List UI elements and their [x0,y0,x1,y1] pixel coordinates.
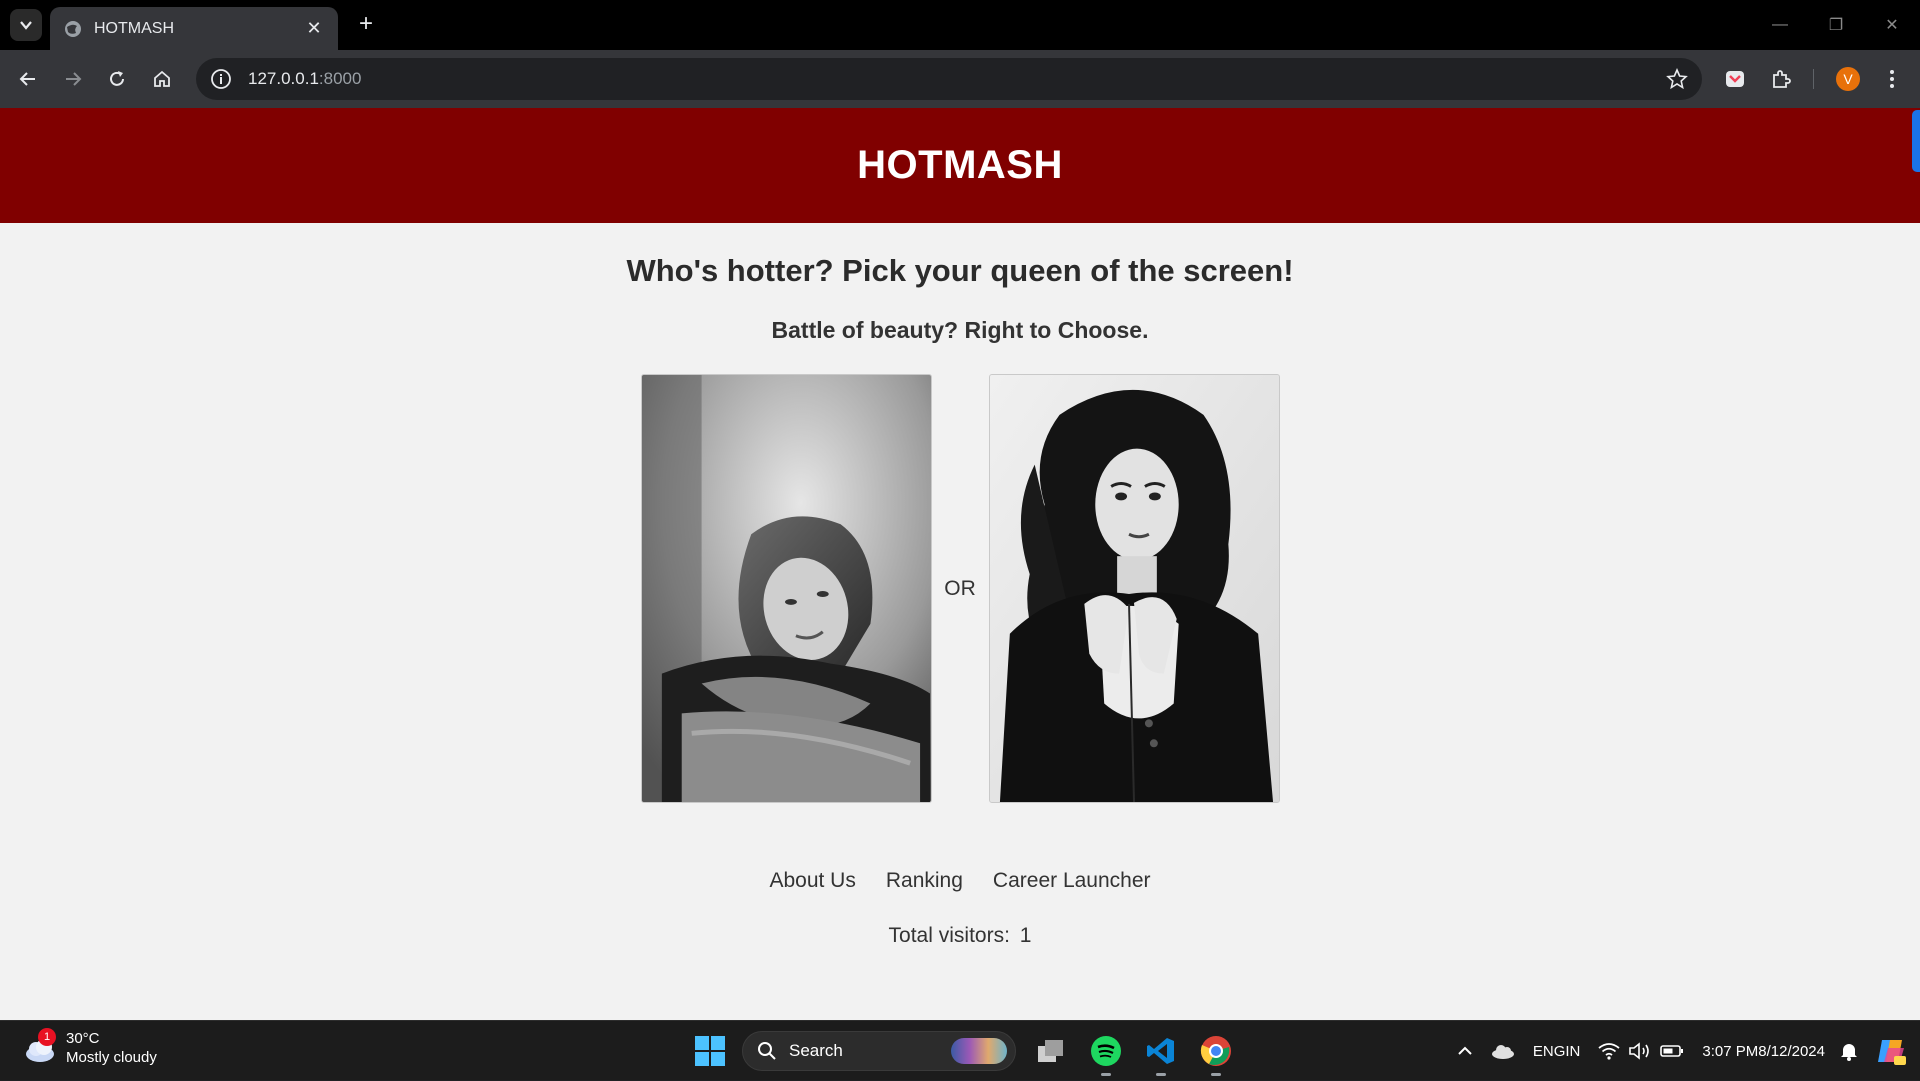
arrow-right-icon [66,72,82,86]
running-indicator [1211,1073,1221,1076]
url-host: 127.0.0.1 [248,69,319,88]
notifications-button[interactable] [1840,1041,1858,1061]
tab-title: HOTMASH [94,19,174,37]
vscode-icon [1147,1038,1174,1064]
clock[interactable]: 3:07 PM 8/12/2024 [1702,1042,1825,1061]
pocket-extension-button[interactable] [1719,63,1751,95]
footer-link-about-us[interactable]: About Us [769,869,855,893]
running-indicator [1101,1073,1111,1076]
chevron-up-icon [1458,1046,1472,1055]
search-icon [758,1042,776,1060]
url-port: :8000 [318,69,362,88]
cloud-icon: 1 [22,1028,58,1066]
weather-desc: Mostly cloudy [66,1049,157,1066]
footer-link-ranking[interactable]: Ranking [886,869,963,893]
wifi-icon [1598,1043,1620,1060]
contestant-photo-right[interactable] [988,374,1280,803]
visitor-counter: Total visitors: 1 [0,924,1920,948]
site-title: HOTMASH [857,143,1063,187]
volume-icon [1629,1042,1650,1060]
bookmark-star-icon[interactable] [1666,68,1688,90]
more-vertical-icon [1890,70,1894,88]
chrome-app[interactable] [1196,1031,1236,1076]
page-viewport: HOTMASH Who's hotter? Pick your queen of… [0,108,1920,1020]
tab-hotmash[interactable]: HOTMASH ✕ [50,7,338,50]
side-panel-tab[interactable] [1912,110,1920,172]
footer-link-career-launcher[interactable]: Career Launcher [993,869,1151,893]
copilot-button[interactable] [1876,1036,1906,1066]
region-code: IN [1565,1042,1581,1060]
page-subheadline: Battle of beauty? Right to Choose. [771,317,1149,343]
bell-icon [1841,1044,1857,1061]
home-icon [154,70,170,87]
back-button[interactable] [12,63,44,95]
onedrive-cloud-icon [1491,1045,1514,1059]
show-hidden-icons-button[interactable] [1457,1046,1473,1056]
chrome-icon [1200,1036,1231,1066]
visitors-count: 1 [1019,924,1032,947]
pocket-icon [1726,71,1744,87]
puzzle-icon [1773,70,1791,88]
language-indicator[interactable]: ENG IN [1533,1042,1581,1061]
start-button[interactable] [690,1031,730,1071]
toolbar-divider [1813,69,1814,89]
taskbar-apps: Search [690,1029,1236,1076]
system-tray: ENG IN 3:07 PM 8/12/2024 [1448,1021,1920,1081]
weather-widget[interactable]: 1 30°C Mostly cloudy [22,1028,157,1067]
clock-time: 3:07 PM [1702,1042,1759,1060]
portrait-image-left [641,375,931,802]
onedrive-button[interactable] [1491,1043,1515,1059]
window-controls: — ❐ ✕ [1752,0,1920,50]
arrow-left-icon [19,72,35,86]
forward-button[interactable] [57,63,89,95]
page-headline: Who's hotter? Pick your queen of the scr… [626,253,1294,288]
task-view-icon [1038,1040,1063,1062]
or-label: OR [944,576,976,600]
globe-icon [65,20,81,37]
language-code: ENG [1532,1042,1566,1060]
spotify-icon [1091,1036,1121,1066]
contestant-photo-left[interactable] [640,374,932,803]
new-tab-button[interactable]: + [352,10,380,38]
weather-text: 30°C Mostly cloudy [66,1029,157,1067]
chevron-down-icon [20,21,32,30]
vscode-app[interactable] [1141,1031,1181,1076]
tab-close-icon[interactable]: ✕ [304,18,324,39]
taskbar-search[interactable]: Search [742,1031,1016,1071]
tab-search-button[interactable] [10,9,42,41]
profile-avatar[interactable]: V [1836,67,1860,91]
restore-button[interactable]: ❐ [1808,0,1864,50]
network-volume-battery[interactable] [1598,1042,1684,1060]
battery-icon [1660,1045,1684,1057]
weather-temp: 30°C [66,1030,100,1047]
windows-logo-icon [695,1036,725,1066]
search-placeholder: Search [789,1041,843,1060]
site-info-icon[interactable] [210,68,232,90]
address-bar[interactable]: 127.0.0.1:8000 [196,58,1702,100]
portrait-image-right [989,375,1279,802]
search-highlight-image [951,1038,1007,1064]
visitors-label: Total visitors: [888,924,1016,947]
close-window-button[interactable]: ✕ [1864,0,1920,50]
task-view-button[interactable] [1031,1031,1071,1071]
browser-tab-strip: HOTMASH ✕ + — ❐ ✕ [0,0,1920,50]
minimize-button[interactable]: — [1752,0,1808,50]
reload-button[interactable] [101,63,133,95]
matchup-area: OR [0,374,1920,803]
footer-nav: About Us Ranking Career Launcher [0,869,1920,893]
spotify-app[interactable] [1086,1031,1126,1076]
home-button[interactable] [146,63,178,95]
copilot-icon [1878,1040,1906,1065]
extensions-button[interactable] [1765,63,1797,95]
site-header: HOTMASH [0,108,1920,223]
browser-menu-button[interactable] [1876,63,1908,95]
weather-alert-badge: 1 [38,1028,56,1046]
running-indicator [1156,1073,1166,1076]
browser-toolbar: 127.0.0.1:8000 [0,50,1920,108]
clock-date: 8/12/2024 [1758,1042,1825,1060]
reload-icon [110,71,124,86]
os-taskbar: 1 30°C Mostly cloudy Search ENG IN 3:07 … [0,1020,1920,1080]
